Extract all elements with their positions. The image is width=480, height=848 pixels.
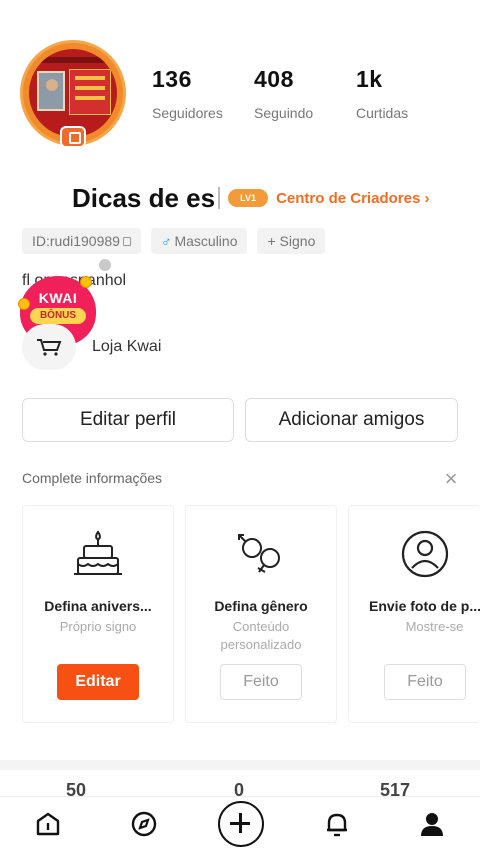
photo-card-subtitle: Mostre-se <box>405 619 464 634</box>
user-id-tag[interactable]: ID:rudi190989 <box>22 228 141 254</box>
edit-birthday-button[interactable]: Editar <box>57 664 139 700</box>
close-icon[interactable]: × <box>440 468 462 490</box>
gender-done-button[interactable]: Feito <box>220 664 302 700</box>
user-circle-icon <box>401 530 449 578</box>
notifications-icon[interactable] <box>322 809 352 839</box>
photo-card[interactable]: Envie foto de p... Mostre-se Feito <box>348 505 480 723</box>
cart-icon <box>37 339 62 356</box>
birthday-card-subtitle: Próprio signo <box>59 619 137 634</box>
likes-label: Curtidas <box>356 105 409 121</box>
followers-label: Seguidores <box>152 105 223 121</box>
level-badge[interactable]: LV1 <box>228 189 269 207</box>
discover-icon[interactable] <box>129 809 159 839</box>
stat-following[interactable]: 408 Seguindo <box>254 66 313 121</box>
profile-name: Dicas de es <box>72 182 216 213</box>
sign-tag[interactable]: + Signo <box>257 228 326 254</box>
text-cursor <box>218 187 221 209</box>
kwai-shop[interactable]: Loja Kwai <box>22 324 161 370</box>
photo-card-title: Envie foto de p... <box>369 598 480 614</box>
cake-icon <box>74 530 122 575</box>
shop-label: Loja Kwai <box>92 338 162 355</box>
complete-info-title: Complete informações <box>22 470 163 486</box>
avatar-frame-badge-icon <box>60 126 86 148</box>
gender-tag[interactable]: ♂ Masculino <box>150 228 248 254</box>
profile-icon[interactable] <box>417 809 447 839</box>
profile-tags: ID:rudi190989 ♂ Masculino + Signo <box>22 228 326 254</box>
followers-count: 136 <box>152 66 192 92</box>
copy-icon[interactable] <box>122 236 131 246</box>
section-divider <box>0 760 480 770</box>
kwai-bonus-title: KWAI <box>38 290 78 306</box>
kwai-bonus-subtitle: BÔNUS <box>30 308 86 324</box>
birthday-card-title: Defina anivers... <box>44 598 152 614</box>
add-friends-button[interactable]: Adicionar amigos <box>245 398 458 442</box>
edit-profile-button[interactable]: Editar perfil <box>22 398 234 442</box>
gender-card-subtitle: Conteúdo personalizado <box>220 619 302 652</box>
stat-followers[interactable]: 136 Seguidores <box>152 66 223 121</box>
stat-likes[interactable]: 1k Curtidas <box>356 66 408 121</box>
photo-done-button[interactable]: Feito <box>384 664 466 700</box>
create-icon[interactable] <box>218 801 264 847</box>
touch-indicator <box>99 259 111 271</box>
following-label: Seguindo <box>254 105 314 121</box>
bottom-nav <box>0 796 480 848</box>
avatar[interactable] <box>20 40 128 150</box>
creator-center-link[interactable]: Centro de Criadores › <box>276 190 429 207</box>
following-count: 408 <box>254 66 294 92</box>
gender-card-title: Defina gênero <box>214 598 308 614</box>
gender-card[interactable]: Defina gênero Conteúdo personalizado Fei… <box>185 505 337 723</box>
gender-icon <box>238 534 280 573</box>
male-icon: ♂ <box>160 233 172 249</box>
name-row: Dicas de es LV1 Centro de Criadores › <box>72 182 429 214</box>
home-icon[interactable] <box>33 809 63 839</box>
birthday-card[interactable]: Defina anivers... Próprio signo Editar <box>22 505 174 723</box>
likes-count: 1k <box>356 66 383 92</box>
